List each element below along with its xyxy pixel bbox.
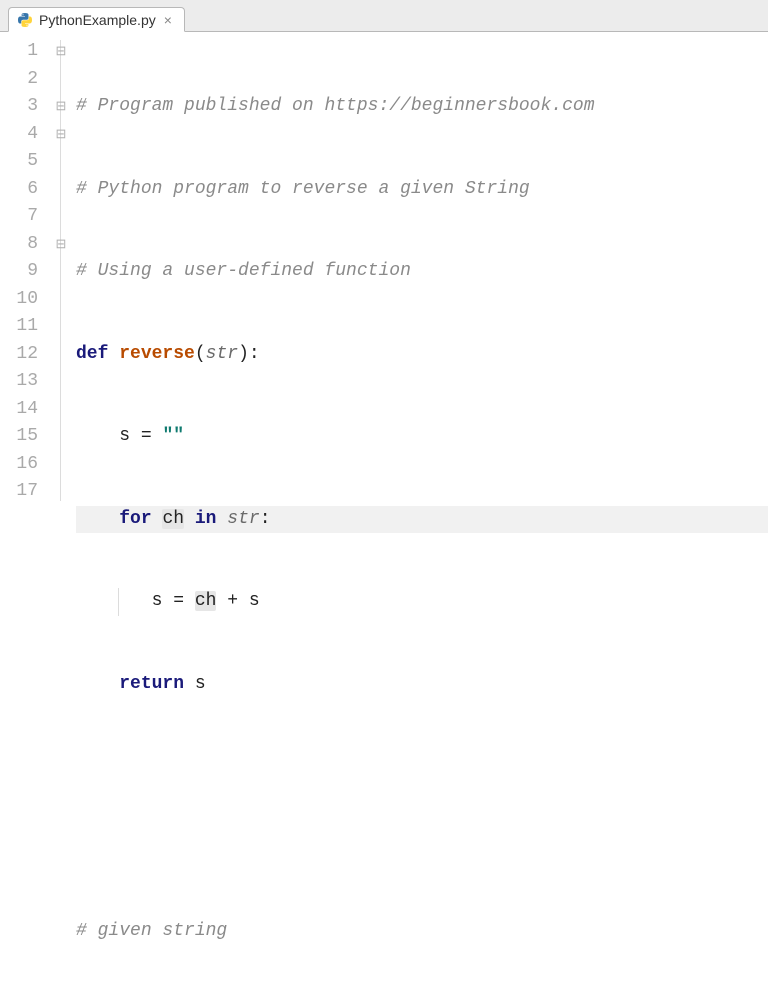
line-number: 2 bbox=[0, 66, 38, 94]
file-tab-label: PythonExample.py bbox=[39, 12, 156, 28]
line-number: 13 bbox=[0, 368, 38, 396]
fold-spacer bbox=[50, 258, 72, 286]
fold-spacer bbox=[50, 423, 72, 451]
fold-spacer bbox=[50, 66, 72, 94]
fold-toggle-icon[interactable]: ⊟ bbox=[50, 93, 72, 121]
code-line: s = "" bbox=[76, 423, 768, 451]
fold-toggle-icon[interactable]: ⊟ bbox=[50, 231, 72, 259]
fold-gutter: ⊟ ⊟ ⊟ ⊟ bbox=[50, 32, 72, 501]
fold-spacer bbox=[50, 313, 72, 341]
line-number: 1 bbox=[0, 38, 38, 66]
fold-spacer bbox=[50, 478, 72, 506]
line-number: 14 bbox=[0, 396, 38, 424]
line-number: 15 bbox=[0, 423, 38, 451]
code-line-current: for ch in str: bbox=[76, 506, 768, 534]
line-number: 7 bbox=[0, 203, 38, 231]
code-line: # Python program to reverse a given Stri… bbox=[76, 176, 768, 204]
fold-spacer bbox=[50, 176, 72, 204]
code-line: def reverse(str): bbox=[76, 341, 768, 369]
line-number: 5 bbox=[0, 148, 38, 176]
line-number-gutter: 1 2 3 4 5 6 7 8 9 10 11 12 13 14 15 16 1… bbox=[0, 32, 50, 501]
line-number: 4 bbox=[0, 121, 38, 149]
line-number: 17 bbox=[0, 478, 38, 506]
code-line bbox=[76, 753, 768, 781]
fold-spacer bbox=[50, 148, 72, 176]
fold-spacer bbox=[50, 286, 72, 314]
python-file-icon bbox=[17, 12, 33, 28]
fold-toggle-icon[interactable]: ⊟ bbox=[50, 121, 72, 149]
code-line: # Program published on https://beginners… bbox=[76, 93, 768, 121]
code-line: s = ch + s bbox=[76, 588, 768, 616]
fold-spacer bbox=[50, 341, 72, 369]
fold-toggle-icon[interactable]: ⊟ bbox=[50, 38, 72, 66]
code-area[interactable]: # Program published on https://beginners… bbox=[72, 32, 768, 501]
code-editor[interactable]: 1 2 3 4 5 6 7 8 9 10 11 12 13 14 15 16 1… bbox=[0, 32, 768, 501]
line-number: 6 bbox=[0, 176, 38, 204]
fold-spacer bbox=[50, 396, 72, 424]
line-number: 16 bbox=[0, 451, 38, 479]
line-number: 3 bbox=[0, 93, 38, 121]
code-line: # Using a user-defined function bbox=[76, 258, 768, 286]
tab-bar: PythonExample.py × bbox=[0, 0, 768, 32]
line-number: 11 bbox=[0, 313, 38, 341]
fold-spacer bbox=[50, 203, 72, 231]
line-number: 10 bbox=[0, 286, 38, 314]
file-tab[interactable]: PythonExample.py × bbox=[8, 7, 185, 32]
code-line: mystr = "BeginnersBook" bbox=[76, 1001, 768, 1002]
line-number: 8 bbox=[0, 231, 38, 259]
line-number: 12 bbox=[0, 341, 38, 369]
code-line bbox=[76, 836, 768, 864]
fold-spacer bbox=[50, 451, 72, 479]
code-line: return s bbox=[76, 671, 768, 699]
line-number: 9 bbox=[0, 258, 38, 286]
close-tab-icon[interactable]: × bbox=[162, 13, 174, 27]
code-line: # given string bbox=[76, 918, 768, 946]
fold-spacer bbox=[50, 368, 72, 396]
